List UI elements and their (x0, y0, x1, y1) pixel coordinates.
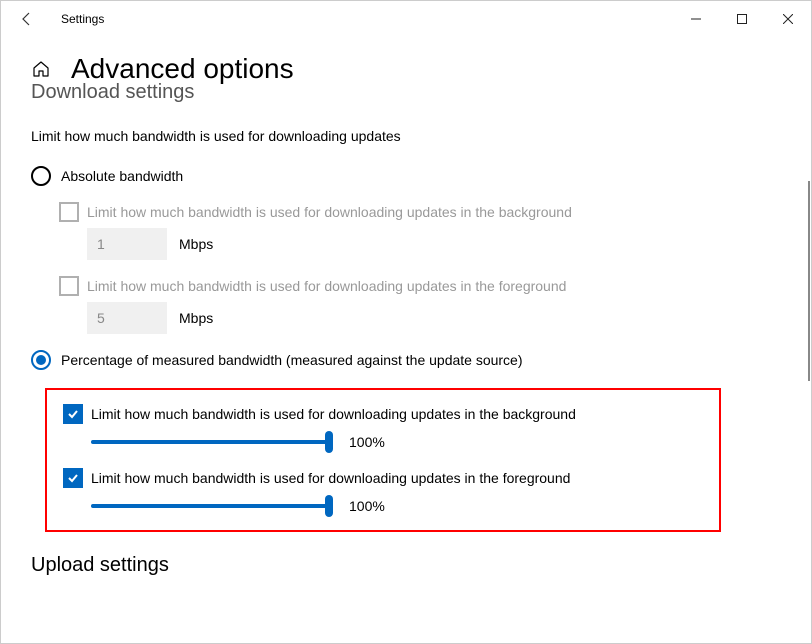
absolute-fg-unit: Mbps (179, 310, 213, 326)
close-button[interactable] (765, 1, 811, 37)
absolute-bandwidth-label: Absolute bandwidth (61, 168, 183, 184)
percentage-bg-check-label: Limit how much bandwidth is used for dow… (91, 406, 576, 422)
percentage-fg-checkbox-row[interactable]: Limit how much bandwidth is used for dow… (63, 468, 703, 488)
scrollbar[interactable] (808, 181, 810, 381)
slider-thumb-icon (325, 495, 333, 517)
radio-icon (31, 166, 51, 186)
percentage-fg-check-label: Limit how much bandwidth is used for dow… (91, 470, 570, 486)
home-icon[interactable] (31, 59, 51, 79)
absolute-bg-checkbox-row[interactable]: Limit how much bandwidth is used for dow… (59, 202, 781, 222)
percentage-bg-checkbox-row[interactable]: Limit how much bandwidth is used for dow… (63, 404, 703, 424)
absolute-bandwidth-radio[interactable]: Absolute bandwidth (31, 166, 781, 186)
download-description: Limit how much bandwidth is used for dow… (31, 128, 781, 144)
percentage-bg-slider[interactable] (91, 440, 329, 444)
percentage-bandwidth-radio[interactable]: Percentage of measured bandwidth (measur… (31, 350, 781, 370)
checkbox-icon (59, 202, 79, 222)
absolute-fg-value-input[interactable] (87, 302, 167, 334)
app-name: Settings (61, 12, 104, 26)
absolute-bg-unit: Mbps (179, 236, 213, 252)
percentage-fg-slider[interactable] (91, 504, 329, 508)
back-button[interactable] (9, 1, 45, 37)
absolute-fg-checkbox-row[interactable]: Limit how much bandwidth is used for dow… (59, 276, 781, 296)
checkbox-icon (59, 276, 79, 296)
percentage-bandwidth-label: Percentage of measured bandwidth (measur… (61, 352, 523, 368)
upload-settings-heading: Upload settings (31, 554, 811, 577)
maximize-button[interactable] (719, 1, 765, 37)
percentage-fg-value: 100% (349, 498, 385, 514)
checkbox-icon (63, 404, 83, 424)
title-bar: Settings (1, 1, 811, 37)
radio-icon (31, 350, 51, 370)
absolute-bg-check-label: Limit how much bandwidth is used for dow… (87, 204, 572, 220)
absolute-bg-value-input[interactable] (87, 228, 167, 260)
minimize-button[interactable] (673, 1, 719, 37)
highlight-box: Limit how much bandwidth is used for dow… (45, 388, 721, 532)
download-settings-heading: Download settings (31, 81, 811, 104)
checkbox-icon (63, 468, 83, 488)
slider-thumb-icon (325, 431, 333, 453)
absolute-fg-check-label: Limit how much bandwidth is used for dow… (87, 278, 566, 294)
percentage-bg-value: 100% (349, 434, 385, 450)
